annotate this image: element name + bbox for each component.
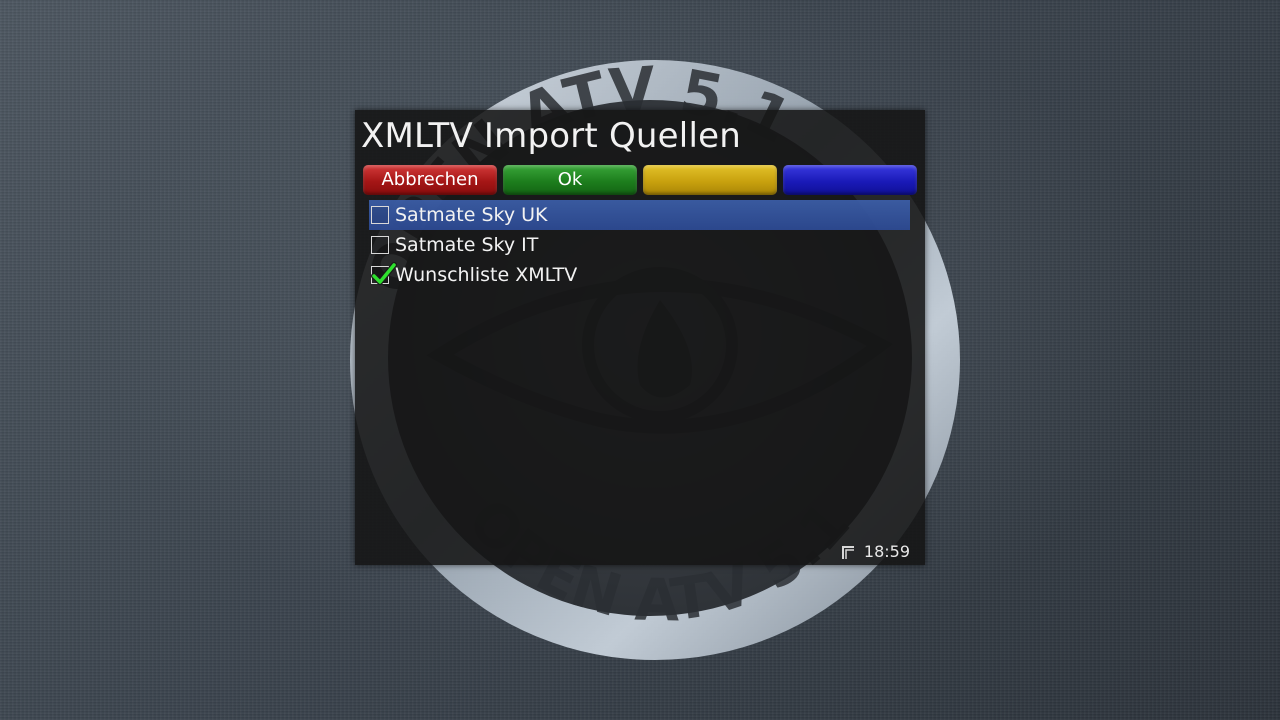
source-item-satmate-sky-uk[interactable]: Satmate Sky UK [369,200,910,230]
source-label: Wunschliste XMLTV [395,264,578,286]
checkbox-unchecked-icon[interactable] [371,206,389,224]
clock: 18:59 [841,542,910,561]
clock-time: 18:59 [863,542,910,561]
checkbox-unchecked-icon[interactable] [371,236,389,254]
blue-button[interactable] [783,165,917,195]
yellow-button[interactable] [643,165,777,195]
source-list: Satmate Sky UK Satmate Sky IT Wunschlist… [369,200,910,290]
source-label: Satmate Sky IT [395,234,539,256]
green-ok-button[interactable]: Ok [503,165,637,195]
green-checkmark-icon [371,262,397,285]
source-item-wunschliste-xmltv[interactable]: Wunschliste XMLTV [369,260,910,290]
source-label: Satmate Sky UK [395,204,548,226]
xmltv-sources-dialog: XMLTV Import Quellen Abbrechen Ok Satmat… [355,110,925,565]
screen: OPEN ATV 5.1 OPEN ATV 5.1 XMLTV Import Q… [0,0,1280,720]
red-cancel-button[interactable]: Abbrechen [363,165,497,195]
source-item-satmate-sky-it[interactable]: Satmate Sky IT [369,230,910,260]
dialog-title: XMLTV Import Quellen [361,116,741,156]
record-corner-icon [841,545,854,559]
checkbox-checked-icon[interactable] [371,262,397,285]
